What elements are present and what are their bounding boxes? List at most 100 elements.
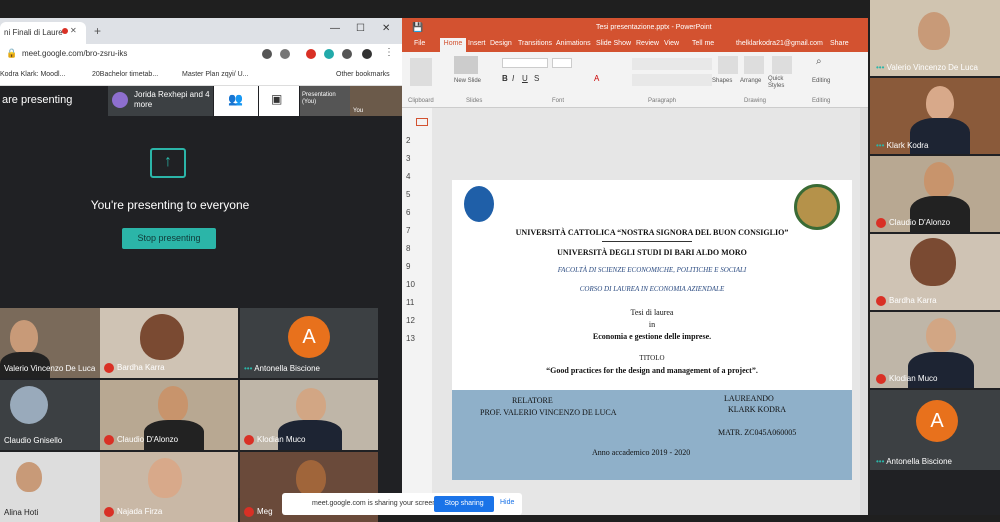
bold-icon[interactable]: B <box>502 74 508 83</box>
self-thumb[interactable]: You <box>350 86 402 116</box>
tell-me-search[interactable]: Tell me <box>692 40 714 47</box>
slide-number[interactable]: 8 <box>406 244 410 253</box>
font-color-icon[interactable]: A <box>594 74 599 83</box>
slide-number[interactable]: 4 <box>406 172 410 181</box>
shapes-label[interactable]: Shapes <box>712 78 732 84</box>
bookmark[interactable]: 20Bachelor timetab... <box>92 71 158 78</box>
thesis-label: Tesi di laurea <box>630 308 674 317</box>
tab-slideshow[interactable]: Slide Show <box>596 40 631 47</box>
people-button[interactable]: 👥 <box>214 86 258 116</box>
close-icon[interactable]: ✕ <box>382 23 390 34</box>
tab-insert[interactable]: Insert <box>468 40 486 47</box>
share-button[interactable]: Share <box>830 40 849 47</box>
slide-number[interactable]: 2 <box>406 136 410 145</box>
tab-view[interactable]: View <box>664 40 679 47</box>
presenting-message: You're presenting to everyone <box>90 198 250 212</box>
tab-review[interactable]: Review <box>636 40 659 47</box>
slide-number[interactable]: 10 <box>406 280 415 289</box>
participant-face <box>918 12 950 50</box>
new-slide-label[interactable]: New Slide <box>454 78 484 84</box>
share-banner-text: meet.google.com is sharing your screen. <box>312 500 439 507</box>
quick-styles-icon[interactable] <box>772 56 792 74</box>
tab-file[interactable]: File <box>414 40 425 47</box>
tab-design[interactable]: Design <box>490 40 512 47</box>
account-label[interactable]: thelklarkodra21@gmail.com <box>736 40 823 47</box>
faculty: FACOLTÀ DI SCIENZE ECONOMICHE, POLITICHE… <box>557 266 747 274</box>
puzzle-icon[interactable] <box>342 49 352 59</box>
slide-thumbnails: 2 3 4 5 6 7 8 9 10 11 12 13 <box>402 108 432 515</box>
thesis-title: “Good practices for the design and manag… <box>546 366 758 375</box>
new-slide-icon[interactable] <box>454 56 478 74</box>
extension-icon[interactable] <box>306 49 316 59</box>
underline-icon[interactable]: U <box>522 74 528 83</box>
slide-number[interactable]: 11 <box>406 298 414 307</box>
ppt-title-bar: 💾 Tesi presentazione.pptx - PowerPoint <box>402 18 868 38</box>
bookmark[interactable]: Kodra Klark: Moodl... <box>0 71 65 78</box>
slide-thumbnail-selected[interactable] <box>416 118 428 126</box>
participant-chip-label: Jorida Rexhepi and 4 more <box>134 90 210 109</box>
paste-icon[interactable] <box>410 58 432 86</box>
slide-number[interactable]: 6 <box>406 208 410 217</box>
mic-off-icon <box>104 435 114 445</box>
minimize-icon[interactable]: — <box>330 23 340 34</box>
alignment-controls[interactable] <box>632 74 712 86</box>
address-bar[interactable]: 🔒 meet.google.com/bro-zsru-iks ⋮ <box>0 44 402 66</box>
divider <box>602 241 692 242</box>
extension-icon[interactable] <box>324 49 334 59</box>
participant-name: Bardha Karra <box>104 363 165 373</box>
scrollbar[interactable] <box>860 108 868 515</box>
participant-tile: Bardha Karra <box>870 234 1000 310</box>
meet-top-bar: are presenting Jorida Rexhepi and 4 more… <box>0 86 402 116</box>
font-name-select[interactable] <box>502 58 548 68</box>
bookmark-folder[interactable]: Other bookmarks <box>336 71 390 78</box>
tab-transitions[interactable]: Transitions <box>518 40 552 47</box>
maximize-icon[interactable]: ☐ <box>356 23 365 34</box>
tab-close-icon[interactable]: ✕ <box>70 26 77 35</box>
editing-label[interactable]: Editing <box>812 78 830 84</box>
tab-home[interactable]: Home <box>440 38 466 52</box>
italic-icon[interactable]: I <box>512 74 514 83</box>
participant-name: ••• Antonella Biscione <box>876 457 953 466</box>
menu-icon[interactable]: ⋮ <box>384 47 394 58</box>
tab-animations[interactable]: Animations <box>556 40 591 47</box>
slide-number[interactable]: 5 <box>406 190 410 199</box>
font-size-select[interactable] <box>552 58 572 68</box>
stop-presenting-button[interactable]: Stop presenting <box>122 228 216 249</box>
hide-banner-link[interactable]: Hide <box>500 499 514 506</box>
mic-off-icon <box>244 507 254 517</box>
participant-name: Bardha Karra <box>876 296 937 306</box>
arrange-icon[interactable] <box>744 56 764 74</box>
slide-number[interactable]: 12 <box>406 316 415 325</box>
camera-icon[interactable] <box>262 49 272 59</box>
new-tab-icon[interactable]: + <box>94 24 101 38</box>
slide-footer-band: RELATORE PROF. VALERIO VINCENZO DE LUCA … <box>452 390 852 480</box>
strikethrough-icon[interactable]: S <box>534 74 539 83</box>
lock-icon: 🔒 <box>6 48 18 58</box>
participant-face <box>16 462 42 492</box>
star-icon[interactable] <box>280 49 290 59</box>
slide-number[interactable]: 3 <box>406 154 410 163</box>
slide-number[interactable]: 7 <box>406 226 410 235</box>
slide-canvas: UNIVERSITÀ CATTOLICA “NOSTRA SIGNORA DEL… <box>432 108 868 515</box>
participant-name: Meg <box>244 507 273 517</box>
chat-button[interactable]: ▣ <box>259 86 299 116</box>
participant-chip[interactable]: Jorida Rexhepi and 4 more <box>108 86 213 116</box>
slide[interactable]: UNIVERSITÀ CATTOLICA “NOSTRA SIGNORA DEL… <box>452 180 852 480</box>
chrome-window: ni Finali di Laure ✕ + — ☐ ✕ 🔒 meet.goog… <box>0 18 402 522</box>
save-icon[interactable]: 💾 <box>412 22 423 33</box>
academic-year: Anno accademico 2019 - 2020 <box>592 448 691 457</box>
participant-name: Najada Firza <box>104 507 162 517</box>
search-icon[interactable]: ⌕ <box>816 56 822 67</box>
shapes-icon[interactable] <box>718 56 738 74</box>
in-label: in <box>648 320 656 329</box>
arrange-label[interactable]: Arrange <box>740 78 761 84</box>
presentation-thumb[interactable]: Presentation (You) <box>300 86 350 116</box>
quick-styles-label[interactable]: Quick Styles <box>768 76 794 90</box>
slide-number[interactable]: 13 <box>406 334 415 343</box>
matricola: MATR. ZC045A060005 <box>718 428 797 437</box>
paragraph-controls[interactable] <box>632 58 712 70</box>
slide-number[interactable]: 9 <box>406 262 410 271</box>
avatar[interactable] <box>362 49 372 59</box>
stop-sharing-button[interactable]: Stop sharing <box>434 496 494 512</box>
bookmark[interactable]: Master Plan zqyi/ U... <box>182 71 249 78</box>
